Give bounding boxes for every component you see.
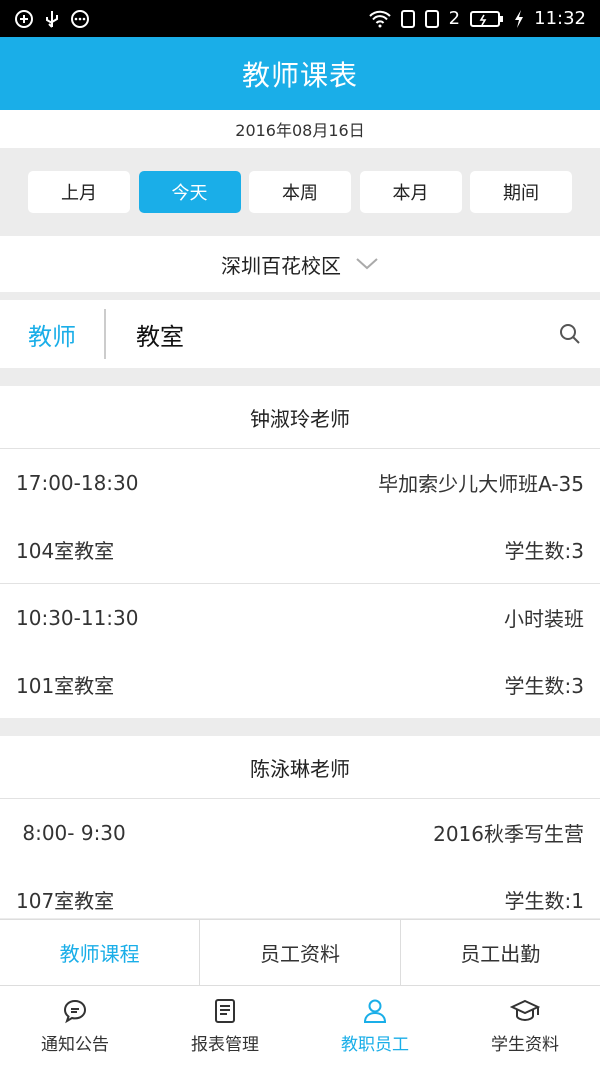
range-button-this-month[interactable]: 本月 (359, 171, 462, 213)
status-right: 2 11:32 (368, 8, 586, 29)
nav-label: 学生资料 (491, 1035, 559, 1055)
nav-item-students[interactable]: 学生资料 (450, 986, 600, 1067)
lesson-course: 2016秋季写生营 (433, 822, 584, 846)
lesson-room: 107室教室 (16, 889, 115, 913)
sync-icon (14, 9, 34, 29)
lesson-item[interactable]: 17:00-18:30 毕加索少儿大师班A-35 104室教室 学生数:3 (0, 449, 600, 584)
lesson-students: 学生数:1 (504, 889, 584, 913)
tab-teacher-courses[interactable]: 教师课程 (0, 920, 201, 985)
lesson-students: 学生数:3 (504, 674, 584, 698)
page-title: 教师课表 (241, 58, 358, 92)
lesson-item[interactable]: 10:30-11:30 小时装班 101室教室 学生数:3 (0, 584, 600, 718)
usb-icon (44, 9, 60, 29)
range-button-this-week[interactable]: 本周 (249, 171, 351, 213)
lesson-room: 104室教室 (16, 539, 115, 563)
lesson-course: 毕加索少儿大师班A-35 (378, 472, 584, 496)
lesson-students: 学生数:3 (504, 539, 584, 563)
more-notifications-icon (70, 9, 90, 29)
title-bar: 教师课表 (0, 37, 600, 110)
lesson-row-top: 10:30-11:30 小时装班 (0, 584, 600, 651)
teacher-group: 陈泳琳老师 8:00- 9:30 2016秋季写生营 107室教室 学生数:1 (0, 736, 600, 918)
search-input[interactable]: 教室 (106, 317, 540, 352)
nav-label: 通知公告 (41, 1035, 109, 1055)
lesson-row-bottom: 101室教室 学生数:3 (0, 651, 600, 718)
search-row: 教师 教室 (0, 300, 600, 368)
bottom-nav: 通知公告 报表管理 教职员工 学生资料 (0, 985, 600, 1067)
date-bar: 2016年08月16日 (0, 110, 600, 148)
campus-label: 深圳百花校区 (221, 253, 341, 278)
wifi-icon (368, 10, 391, 28)
status-time: 11:32 (534, 8, 586, 29)
lesson-time: 17:00-18:30 (16, 470, 139, 495)
lesson-item[interactable]: 8:00- 9:30 2016秋季写生营 107室教室 学生数:1 (0, 799, 600, 918)
lesson-row-top: 17:00-18:30 毕加索少儿大师班A-35 (0, 449, 600, 516)
chat-bubble-icon (62, 998, 88, 1024)
chevron-down-icon (355, 252, 379, 276)
nav-label: 教职员工 (341, 1035, 409, 1055)
nav-item-reports[interactable]: 报表管理 (150, 986, 300, 1067)
range-selector: 上月 今天 本周 本月 期间 (0, 148, 600, 236)
battery-icon (470, 10, 504, 28)
current-date: 2016年08月16日 (235, 121, 365, 140)
campus-selector[interactable]: 深圳百花校区 (0, 236, 600, 292)
nav-label: 报表管理 (191, 1035, 259, 1055)
status-indicator-number: 2 (448, 8, 461, 29)
nav-item-notices[interactable]: 通知公告 (0, 986, 150, 1067)
status-left (14, 9, 90, 29)
status-bar: 2 11:32 (0, 0, 600, 37)
lesson-time: 8:00- 9:30 (16, 820, 126, 845)
sim2-icon (424, 9, 439, 28)
lesson-time: 10:30-11:30 (16, 605, 139, 630)
schedule-list[interactable]: 钟淑玲老师 17:00-18:30 毕加索少儿大师班A-35 104室教室 学生… (0, 386, 600, 918)
tab-staff-attendance[interactable]: 员工出勤 (401, 920, 600, 985)
lesson-room: 101室教室 (16, 674, 115, 698)
teacher-name: 陈泳琳老师 (0, 736, 600, 799)
range-button-last-month[interactable]: 上月 (28, 171, 130, 213)
graduation-cap-icon (510, 998, 540, 1024)
tab-staff-info[interactable]: 员工资料 (200, 920, 401, 985)
person-icon (363, 998, 387, 1024)
lesson-row-top: 8:00- 9:30 2016秋季写生营 (0, 799, 600, 866)
lesson-course: 小时装班 (504, 607, 584, 631)
teacher-name: 钟淑玲老师 (0, 386, 600, 449)
sub-tabs: 教师课程 员工资料 员工出勤 (0, 919, 600, 985)
report-icon (213, 998, 237, 1024)
search-icon[interactable] (540, 322, 600, 346)
charging-icon (514, 9, 524, 28)
search-mode-toggle[interactable]: 教师 (0, 309, 106, 359)
teacher-group: 钟淑玲老师 17:00-18:30 毕加索少儿大师班A-35 104室教室 学生… (0, 386, 600, 718)
lesson-row-bottom: 104室教室 学生数:3 (0, 516, 600, 583)
range-button-period[interactable]: 期间 (470, 171, 572, 213)
lesson-row-bottom: 107室教室 学生数:1 (0, 866, 600, 918)
nav-item-staff[interactable]: 教职员工 (300, 986, 450, 1067)
sim1-icon (400, 9, 415, 28)
range-button-today[interactable]: 今天 (138, 171, 241, 213)
